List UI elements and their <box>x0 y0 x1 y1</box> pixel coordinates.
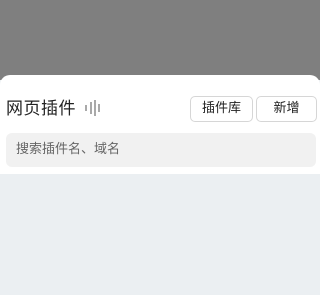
search-placeholder: 搜索插件名、域名 <box>16 142 121 157</box>
search-input[interactable]: 搜索插件名、域名 <box>6 133 316 167</box>
page-title: 网页插件 <box>6 99 76 119</box>
voice-wave-icon <box>85 100 100 116</box>
plugin-list-area <box>0 174 320 295</box>
add-plugin-button[interactable]: 新增 <box>256 96 317 122</box>
modal-backdrop[interactable] <box>0 0 320 80</box>
plugin-library-button[interactable]: 插件库 <box>190 96 253 122</box>
